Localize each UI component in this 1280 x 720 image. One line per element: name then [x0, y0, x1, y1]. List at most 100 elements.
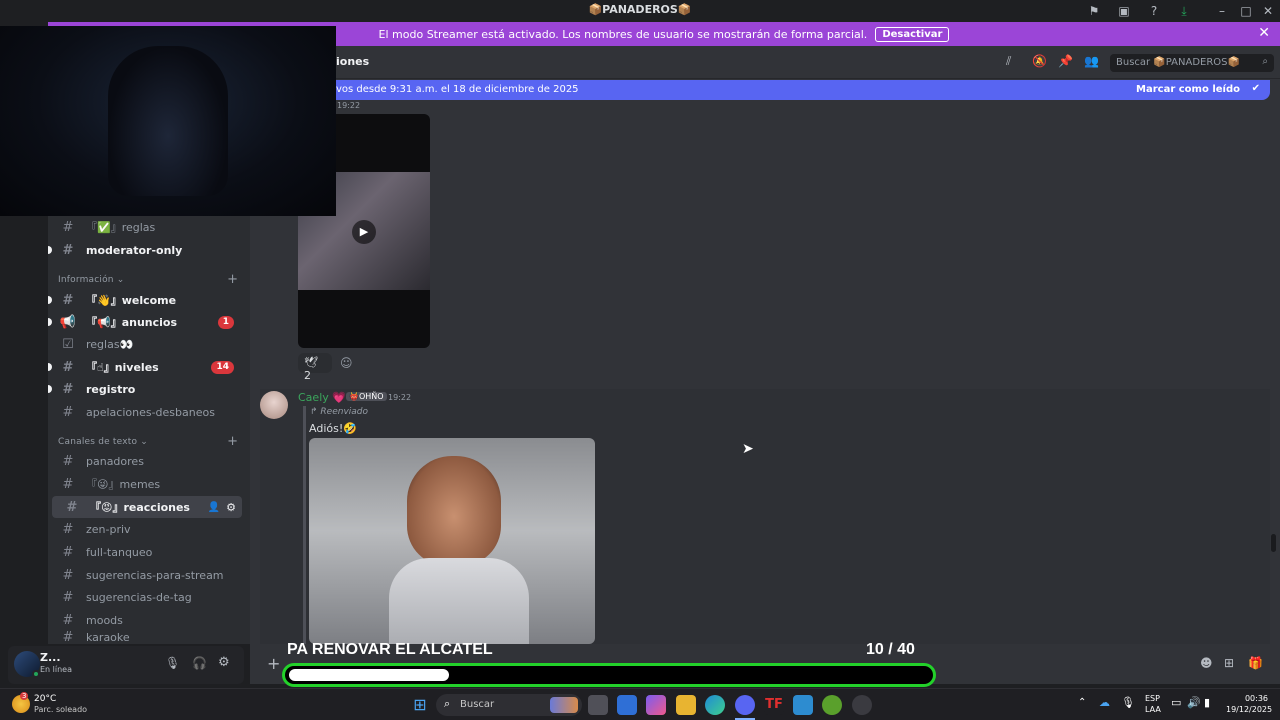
add-channel-icon[interactable]: +	[227, 272, 238, 287]
gear-icon[interactable]: ⚙	[226, 501, 236, 514]
channel-item[interactable]: # panadores	[48, 450, 244, 472]
channel-item[interactable]: # registro	[48, 378, 244, 400]
author-tag: 👹OHÑO	[346, 392, 387, 401]
mouse-cursor-icon: ➤	[742, 441, 754, 457]
keyboard-layout[interactable]: LAA	[1145, 705, 1161, 714]
copilot-icon[interactable]	[646, 695, 666, 715]
inbox-icon[interactable]: ▣	[1116, 3, 1132, 19]
hash-icon: #	[62, 381, 74, 397]
battery-icon[interactable]: ▮	[1204, 696, 1210, 709]
volume-icon[interactable]: 🔊	[1187, 696, 1201, 709]
microphone-icon[interactable]: 🎙	[1121, 696, 1135, 709]
hash-icon: #	[62, 242, 74, 258]
message-text: Adiós!🤣	[309, 422, 357, 435]
members-icon[interactable]: 👥	[1084, 54, 1099, 68]
photos-icon[interactable]	[793, 695, 813, 715]
channel-title: iones	[336, 55, 370, 68]
upload-plus-icon[interactable]: +	[267, 654, 280, 673]
clock-time[interactable]: 00:36	[1230, 694, 1268, 703]
chevron-up-icon[interactable]: ⌃	[1078, 697, 1086, 708]
user-status: En línea	[40, 665, 73, 674]
unread-dot	[48, 318, 52, 326]
clock-date[interactable]: 19/12/2025	[1226, 705, 1272, 714]
new-messages-bar[interactable]: vos desde 9:31 a.m. el 18 de diciembre d…	[318, 80, 1270, 100]
apps-icon[interactable]: ⊞	[1224, 656, 1234, 670]
mark-read-button[interactable]: Marcar como leído	[1136, 84, 1240, 95]
task-view-icon[interactable]	[588, 695, 608, 715]
image-attachment[interactable]	[309, 438, 595, 644]
close-icon[interactable]: ✕	[1260, 3, 1276, 19]
close-banner-icon[interactable]: ✕	[1258, 25, 1270, 41]
play-icon[interactable]: ▶	[352, 220, 376, 244]
channel-item[interactable]: # moods	[48, 609, 244, 631]
file-explorer-icon[interactable]	[676, 695, 696, 715]
taskbar-search-input[interactable]: ⌕ Buscar	[436, 694, 582, 716]
sticker-icon[interactable]: ☻	[1200, 656, 1213, 670]
weather-temp[interactable]: 20°C	[34, 694, 56, 704]
author-name[interactable]: Caely 💗	[298, 391, 346, 404]
reaction-emoji-icon: 🕊	[304, 356, 318, 369]
counter-current: 10	[866, 641, 884, 658]
search-input[interactable]: Buscar 📦PANADEROS📦 ⌕	[1110, 54, 1274, 72]
add-reaction-icon[interactable]: ☺	[340, 356, 353, 370]
channel-item[interactable]: # full-tanqueo	[48, 541, 244, 563]
mute-icon[interactable]: 🔕	[1032, 54, 1047, 68]
scrollbar[interactable]	[1271, 534, 1276, 552]
channel-item[interactable]: # 『😜』memes	[48, 473, 244, 495]
category-canales-texto[interactable]: Canales de texto ⌄	[58, 437, 148, 447]
category-informacion[interactable]: Información ⌄	[58, 275, 125, 285]
gift-icon[interactable]: 🎁	[1248, 656, 1263, 670]
flag-icon[interactable]: ⚑	[1086, 3, 1102, 19]
avatar[interactable]	[260, 391, 288, 419]
channel-item-selected[interactable]: # 『😡』reacciones 👤 ⚙	[52, 496, 242, 518]
channel-label: moderator-only	[86, 243, 183, 257]
megaphone-icon: 📢	[59, 314, 77, 330]
hash-icon: #	[62, 476, 74, 492]
threads-icon[interactable]: ⫽	[1006, 54, 1011, 69]
channel-label: sugerencias-para-stream	[86, 568, 224, 582]
download-icon[interactable]: ⤓	[1176, 3, 1192, 19]
microphone-icon[interactable]: 🎙	[165, 656, 180, 670]
username[interactable]: Z...	[40, 651, 61, 664]
channel-item[interactable]: # 『👋』welcome	[48, 289, 244, 311]
tfe-app-icon[interactable]: TF	[764, 695, 784, 715]
channel-item[interactable]: # sugerencias-de-tag	[48, 586, 244, 608]
store-icon[interactable]	[617, 695, 637, 715]
onedrive-icon[interactable]: ☁	[1099, 696, 1110, 709]
headphones-icon[interactable]: 🎧	[192, 656, 207, 670]
help-icon[interactable]: ?	[1146, 3, 1162, 19]
goal-progress-bar	[282, 663, 936, 687]
taskbar: 3 20°C Parc. soleado ⊞ ⌕ Buscar TF ⌃ ☁ 🎙…	[0, 688, 1280, 720]
reaction-chip[interactable]: 🕊 2	[298, 353, 332, 382]
channel-item[interactable]: # moderator-only	[48, 239, 244, 261]
message-timestamp: 19:22	[337, 101, 361, 110]
unread-dot	[48, 246, 52, 254]
forwarded-text: Reenviado	[320, 407, 368, 417]
maximize-icon[interactable]: □	[1238, 3, 1254, 19]
channel-label: 『😡』reacciones	[90, 501, 190, 514]
edge-icon[interactable]	[705, 695, 725, 715]
channel-item[interactable]: # zen-priv	[48, 518, 244, 540]
network-icon[interactable]: ▭	[1171, 696, 1181, 709]
pin-icon[interactable]: 📌	[1058, 54, 1073, 68]
settings-gear-icon[interactable]: ⚙	[218, 655, 230, 670]
xbox-icon[interactable]	[822, 695, 842, 715]
channel-item[interactable]: # 『✅』reglas	[48, 216, 244, 238]
channel-label: 『📢』anuncios	[86, 316, 178, 329]
channel-item[interactable]: # 『☝』niveles 14	[48, 356, 244, 378]
obs-icon[interactable]	[852, 695, 872, 715]
weather-desc[interactable]: Parc. soleado	[34, 705, 87, 714]
add-channel-icon[interactable]: +	[227, 434, 238, 449]
channel-item[interactable]: # karaoke	[48, 631, 244, 644]
channel-item[interactable]: # apelaciones-desbaneos	[48, 401, 244, 423]
deactivate-button[interactable]: Desactivar	[875, 26, 950, 42]
discord-icon[interactable]	[735, 695, 755, 715]
title-bar: 📦PANADEROS📦 ⚑ ▣ ? ⤓ – □ ✕	[0, 0, 1280, 22]
language-code[interactable]: ESP	[1145, 694, 1160, 703]
minimize-icon[interactable]: –	[1214, 3, 1230, 19]
invite-icon[interactable]: 👤	[208, 502, 220, 513]
channel-item[interactable]: # sugerencias-para-stream	[48, 564, 244, 586]
start-menu-icon[interactable]: ⊞	[410, 695, 430, 715]
channel-item[interactable]: 📢 『📢』anuncios 1	[48, 311, 244, 333]
channel-item[interactable]: ☑ reglas👀	[48, 333, 244, 355]
